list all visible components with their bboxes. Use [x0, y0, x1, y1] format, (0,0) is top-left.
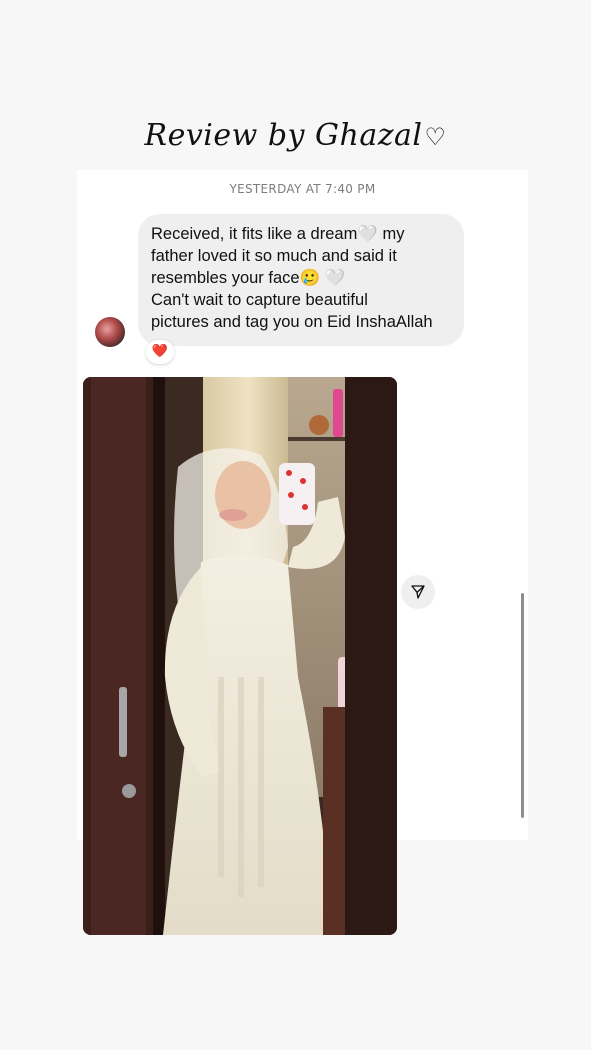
shared-photo[interactable]	[83, 377, 397, 935]
avatar[interactable]	[95, 317, 125, 347]
message-timestamp: YESTERDAY AT 7:40 PM	[229, 182, 376, 196]
message-bubble[interactable]: Received, it fits like a dream🤍 my fathe…	[138, 214, 464, 346]
message-line: resembles your face🥲 🤍	[151, 269, 346, 287]
message-line: Can't wait to capture beautiful	[151, 291, 368, 309]
title-text: Review by Ghazal	[144, 118, 423, 153]
paper-plane-icon	[411, 585, 425, 599]
scrollbar[interactable]	[521, 593, 524, 818]
heart-reaction[interactable]: ❤️	[146, 340, 174, 364]
message-line: father loved it so much and said it	[151, 247, 397, 265]
share-button[interactable]	[401, 575, 435, 609]
mirror-selfie-image	[83, 377, 397, 935]
page-title: Review by Ghazal♡	[0, 118, 591, 153]
message-line: pictures and tag you on Eid InshaAllah	[151, 313, 433, 331]
heart-icon: ♡	[424, 123, 447, 151]
message-line: Received, it fits like a dream🤍 my	[151, 225, 405, 243]
